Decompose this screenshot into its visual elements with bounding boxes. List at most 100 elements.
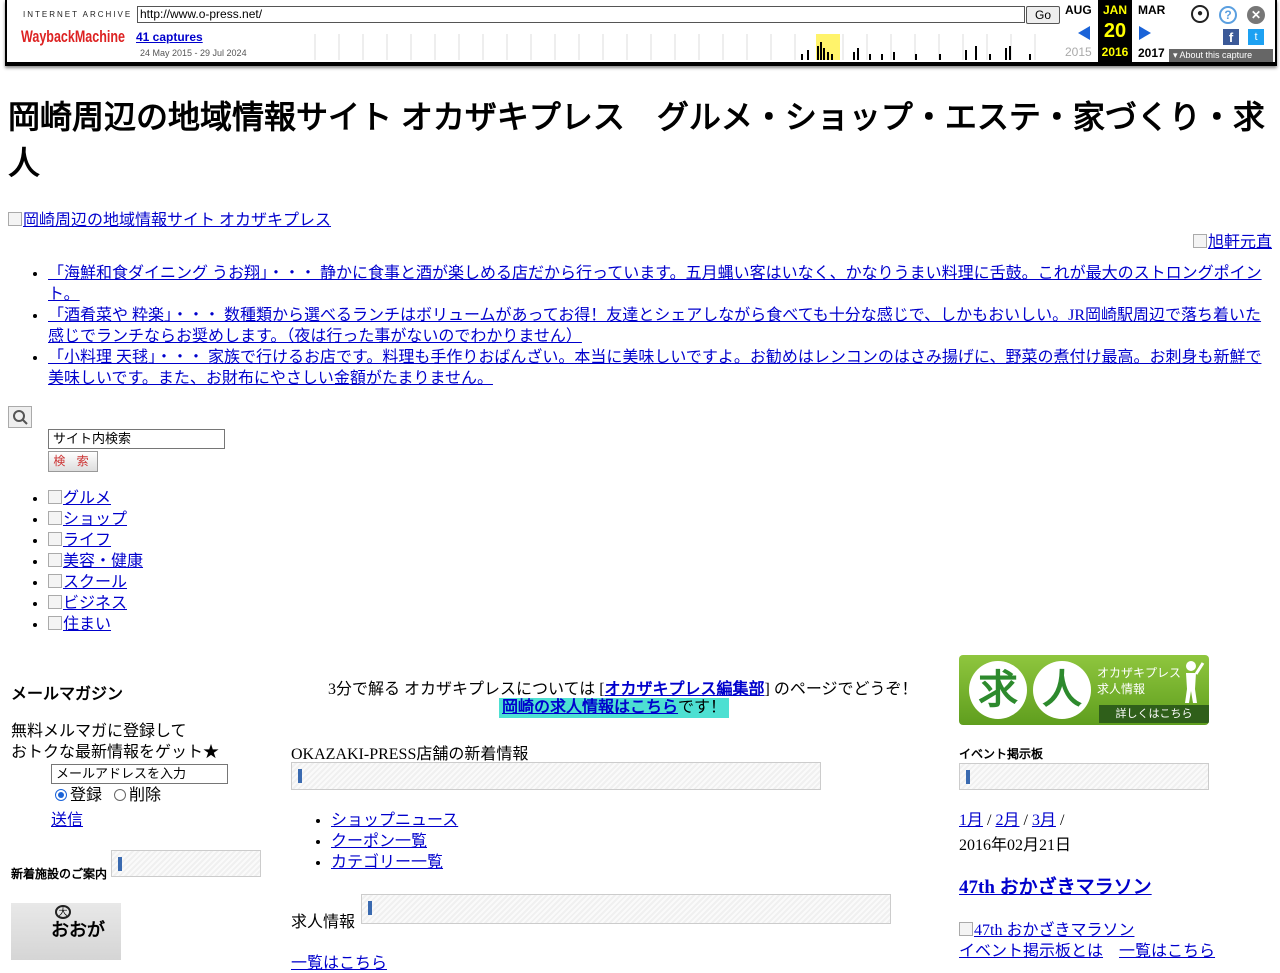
event-title-link[interactable]: 47th おかざきマラソン	[959, 872, 1152, 899]
shop-news-link[interactable]: ショップニュース	[331, 812, 458, 829]
job-list-link[interactable]: 一覧はこちら	[291, 949, 387, 973]
broken-image-icon	[48, 511, 62, 525]
site-title: 岡崎周辺の地域情報サイト オカザキプレス グルメ・ショップ・エステ・家づくり・求…	[8, 99, 1265, 181]
category-nav: グルメ ショップ ライフ 美容・健康 スクール ビジネス 住まい	[8, 488, 143, 635]
event-date: 2016年02月21日	[959, 837, 1072, 854]
site-logo-alt: 岡崎周辺の地域情報サイト オカザキプレス	[23, 212, 332, 229]
header-banner-link[interactable]: 旭軒元直	[1192, 228, 1272, 252]
new-facilities-feed	[111, 850, 261, 877]
event-board-feed	[959, 763, 1209, 790]
mailmag-description: 無料メルマガに登録して おトクな最新情報をゲット★	[11, 721, 219, 763]
category-label: グルメ	[63, 490, 112, 507]
category-item-housing: 住まい	[48, 614, 143, 635]
category-link[interactable]: ビジネス	[48, 595, 127, 612]
facility-image-text: おおが	[51, 920, 105, 940]
banner-subtitle-line: 求人情報	[1097, 682, 1146, 696]
close-icon[interactable]: ✕	[1247, 6, 1265, 24]
twitter-icon[interactable]: t	[1248, 29, 1264, 45]
month-link-1[interactable]: 1月	[959, 812, 983, 829]
mailmag-send-link[interactable]: 送信	[51, 806, 83, 830]
category-label: 住まい	[63, 616, 112, 633]
coupon-list-link[interactable]: クーポン一覧	[331, 833, 427, 850]
wayback-sparkline[interactable]	[309, 34, 1061, 60]
category-item-life: ライフ	[48, 530, 143, 551]
about-capture-dropdown[interactable]: ▾ About this capture	[1169, 49, 1273, 62]
shop-links: ショップニュース クーポン一覧 カテゴリー一覧	[291, 810, 458, 873]
broken-image-icon	[959, 922, 973, 936]
next-capture-arrow-icon[interactable]	[1139, 26, 1151, 40]
category-item-beauty: 美容・健康	[48, 551, 143, 572]
person-icon	[1185, 661, 1205, 703]
register-label: 登録	[70, 787, 103, 804]
wayback-logo[interactable]: WaybackMachine	[21, 22, 125, 48]
month-link-3[interactable]: 3月	[1032, 812, 1056, 829]
current-day: 20	[1103, 20, 1127, 42]
category-link[interactable]: スクール	[48, 574, 127, 591]
search-button[interactable]: 検 索	[48, 451, 98, 472]
broken-image-icon	[8, 212, 22, 226]
prev-month-label[interactable]: AUG	[1065, 3, 1092, 17]
new-facilities-title: 新着施設のご案内	[11, 867, 108, 881]
delete-radio[interactable]	[114, 789, 127, 801]
banner-kanji: 人	[1033, 661, 1091, 719]
mailmag-mode-group: 登録 削除	[55, 785, 161, 806]
category-item-shop: ショップ	[48, 509, 143, 530]
category-link[interactable]: グルメ	[48, 490, 111, 507]
category-item-school: スクール	[48, 572, 143, 593]
mailmag-email-input[interactable]: メールアドレスを入力	[51, 764, 228, 784]
event-about-link[interactable]: イベント掲示板とは	[959, 943, 1103, 960]
job-info-highlight: 岡崎の求人情報はこちらです！	[499, 698, 730, 718]
register-radio[interactable]	[55, 789, 67, 801]
category-label: ショップ	[63, 511, 128, 528]
site-search-input[interactable]: サイト内検索	[48, 429, 225, 449]
broken-image-icon	[48, 616, 62, 630]
job-link-suffix: です！	[678, 699, 727, 716]
category-list-link[interactable]: カテゴリー一覧	[331, 854, 443, 871]
site-logo-link[interactable]: 岡崎周辺の地域情報サイト オカザキプレス	[8, 206, 331, 230]
category-label: ビジネス	[63, 595, 128, 612]
category-item-business: ビジネス	[48, 593, 143, 614]
month-link-2[interactable]: 2月	[995, 812, 1019, 829]
category-link[interactable]: ショップ	[48, 511, 127, 528]
review-link[interactable]: 「小料理 天毬」・・・ 家族で行けるお店です。料理も手作りおばんざい。本当に美味…	[48, 349, 1261, 387]
wayback-url-input[interactable]: http://www.o-press.net/	[137, 6, 1025, 23]
wayback-logo-caption: INTERNET ARCHIVE	[23, 10, 133, 19]
facility-image[interactable]: 大 おおが	[11, 903, 121, 960]
mailmag-line: おトクな最新情報をゲット★	[11, 744, 220, 761]
current-month: JAN	[1102, 3, 1127, 17]
review-link[interactable]: 「酒肴菜や 粋楽」・・・ 数種類から選べるランチはボリュームがあってお得！友達と…	[48, 307, 1261, 345]
banner-kanji: 求	[969, 661, 1027, 719]
broken-image-icon	[48, 490, 62, 504]
help-icon[interactable]: ?	[1219, 6, 1237, 24]
broken-image-icon	[48, 574, 62, 588]
review-item: 「酒肴菜や 粋楽」・・・ 数種類から選べるランチはボリュームがあってお得！友達と…	[48, 305, 1272, 347]
user-account-icon[interactable]: ●	[1191, 5, 1209, 23]
banner-subtitle: オカザキプレス 求人情報	[1097, 665, 1181, 697]
job-info-banner[interactable]: 求 人 オカザキプレス 求人情報 詳しくはこちら	[959, 655, 1209, 725]
wayback-captures-link[interactable]: 41 captures	[136, 30, 203, 44]
search-icon[interactable]	[8, 406, 32, 428]
wayback-go-button[interactable]: Go	[1026, 6, 1060, 24]
event-list-link[interactable]: 一覧はこちら	[1119, 943, 1215, 960]
intro-after: ] のページでどうぞ！	[764, 681, 918, 698]
delete-label: 削除	[129, 787, 162, 804]
header-banner-alt: 旭軒元直	[1207, 234, 1272, 251]
category-item-gourmet: グルメ	[48, 488, 143, 509]
event-month-nav: 1月 / 2月 / 3月 /	[959, 812, 1065, 829]
event-links: イベント掲示板とは 一覧はこちら	[959, 937, 1215, 961]
review-ticker: 「海鮮和食ダイニング うお翔」・・・ 静かに食事と酒が楽しめる店だから行っていま…	[8, 263, 1272, 389]
prev-capture-arrow-icon[interactable]	[1078, 26, 1090, 40]
review-link[interactable]: 「海鮮和食ダイニング うお翔」・・・ 静かに食事と酒が楽しめる店だから行っていま…	[48, 265, 1262, 303]
broken-image-icon	[48, 553, 62, 567]
okazaki-jobs-link[interactable]: 岡崎の求人情報はこちら	[502, 699, 678, 716]
category-link[interactable]: 美容・健康	[48, 553, 143, 570]
broken-image-icon	[48, 595, 62, 609]
next-month-label[interactable]: MAR	[1138, 3, 1165, 17]
category-link[interactable]: ライフ	[48, 532, 111, 549]
facebook-icon[interactable]: f	[1223, 29, 1239, 45]
broken-image-icon	[48, 532, 62, 546]
category-link[interactable]: 住まい	[48, 616, 111, 633]
editorial-link[interactable]: オカザキプレス編集部	[605, 681, 765, 698]
intro-text: 3分で解る オカザキプレスについては [オカザキプレス編集部] のページでどうぞ…	[328, 675, 918, 699]
wayback-toolbar: INTERNET ARCHIVE WaybackMachine http://w…	[5, 0, 1277, 66]
